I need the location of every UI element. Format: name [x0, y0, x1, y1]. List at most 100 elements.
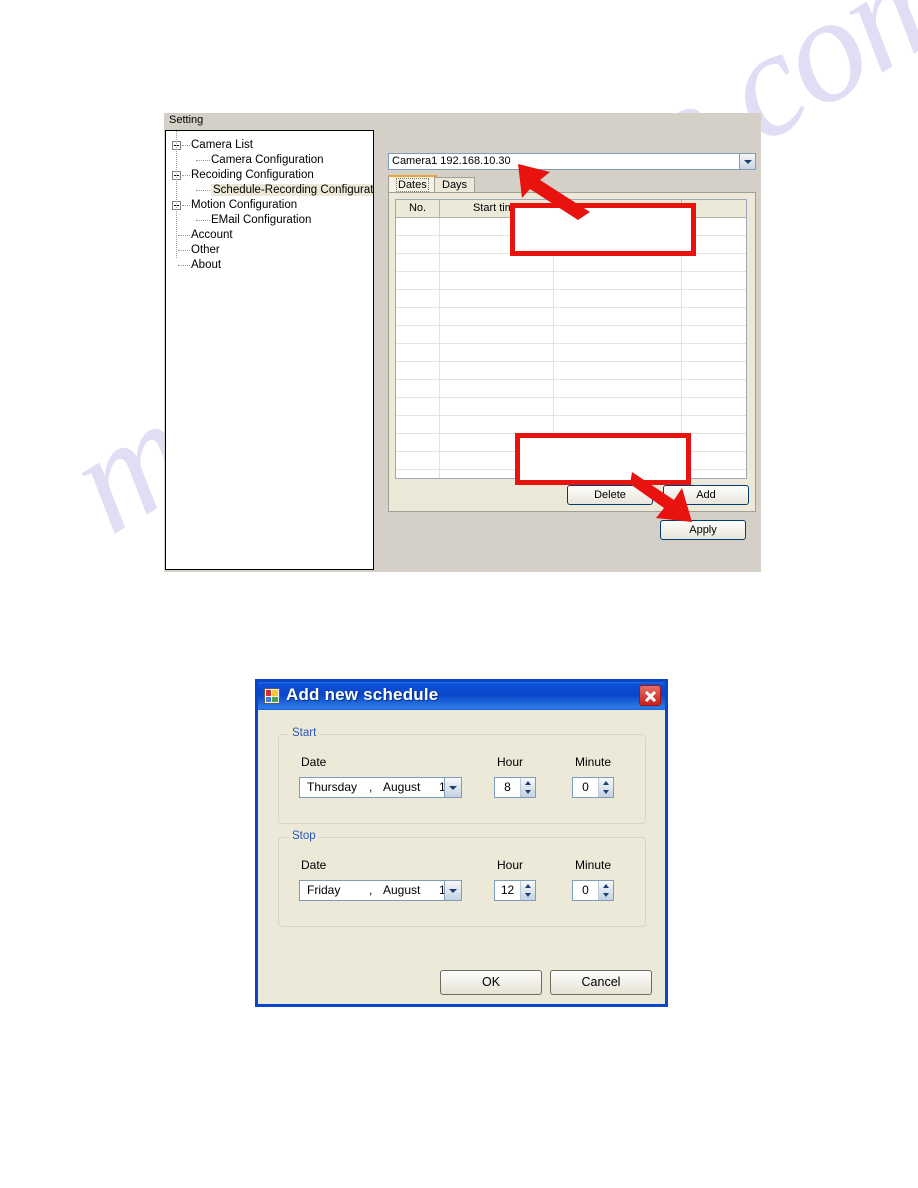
table-cell	[396, 326, 440, 343]
close-icon[interactable]	[639, 685, 661, 706]
stop-group-legend: Stop	[289, 830, 319, 842]
sidebar-item-camera-configuration[interactable]: Camera Configuration	[166, 153, 373, 168]
start-hour-spinner-icon[interactable]	[520, 778, 535, 797]
start-date-value: Thursday,August16	[307, 780, 452, 794]
table-row[interactable]	[396, 362, 746, 380]
table-cell	[682, 380, 746, 397]
table-row[interactable]	[396, 254, 746, 272]
stop-date-picker[interactable]: Friday,August17	[299, 880, 462, 901]
stop-minute-value: 0	[582, 883, 589, 897]
table-cell	[554, 398, 682, 415]
start-date-picker[interactable]: Thursday,August16	[299, 777, 462, 798]
tree-item-label: Camera Configuration	[211, 154, 324, 166]
tab-dates-label: Dates	[396, 178, 429, 192]
sidebar-item-account[interactable]: Account	[166, 228, 373, 243]
table-cell	[554, 254, 682, 271]
tree-connector-line	[178, 265, 190, 267]
table-cell	[396, 236, 440, 253]
settings-right-pane: Camera1 192.168.10.30 Dates Days No. Sta…	[386, 130, 760, 570]
table-row[interactable]	[396, 272, 746, 290]
start-hour-value: 8	[504, 780, 511, 794]
chevron-down-icon[interactable]	[739, 154, 755, 169]
tree-item-label: EMail Configuration	[211, 214, 312, 226]
start-hour-stepper[interactable]: 8	[494, 777, 536, 798]
stop-date-label: Date	[301, 858, 327, 872]
table-cell	[440, 362, 554, 379]
table-row[interactable]	[396, 308, 746, 326]
table-row[interactable]	[396, 344, 746, 362]
tree-connector-line	[178, 250, 190, 252]
stop-hour-spinner-icon[interactable]	[520, 881, 535, 900]
table-cell	[682, 326, 746, 343]
stop-hour-stepper[interactable]: 12	[494, 880, 536, 901]
table-cell	[682, 362, 746, 379]
tree-item-label: Account	[191, 229, 233, 241]
table-cell	[682, 452, 746, 469]
stop-minute-stepper[interactable]: 0	[572, 880, 614, 901]
table-row[interactable]	[396, 398, 746, 416]
table-cell	[554, 380, 682, 397]
start-minute-stepper[interactable]: 0	[572, 777, 614, 798]
table-cell	[396, 308, 440, 325]
sidebar-item-email-configuration[interactable]: EMail Configuration	[166, 213, 373, 228]
sidebar-item-other[interactable]: Other	[166, 243, 373, 258]
table-cell	[396, 344, 440, 361]
tree-connector-line	[182, 145, 190, 147]
tree-item-label: Camera List	[191, 139, 253, 151]
table-cell	[682, 272, 746, 289]
table-row[interactable]	[396, 380, 746, 398]
table-cell	[396, 434, 440, 451]
column-header-no[interactable]: No.	[396, 200, 440, 217]
table-row[interactable]	[396, 326, 746, 344]
dialog-title-bar[interactable]: Add new schedule	[258, 682, 665, 710]
annotation-box-bottom	[515, 433, 691, 485]
start-minute-label: Minute	[575, 755, 612, 769]
tab-dates[interactable]: Dates	[388, 175, 437, 193]
table-cell	[396, 218, 440, 235]
apply-button[interactable]: Apply	[660, 520, 746, 540]
table-cell	[682, 344, 746, 361]
tree-connector-line	[196, 190, 210, 192]
settings-tree: Camera List Camera Configuration Recoiding…	[166, 131, 373, 273]
stop-minute-spinner-icon[interactable]	[598, 881, 613, 900]
stop-hour-label: Hour	[497, 858, 524, 872]
table-cell	[440, 254, 554, 271]
dialog-title: Add new schedule	[286, 685, 439, 704]
start-group: Start Date Hour Minute Thursday,August16…	[278, 727, 646, 824]
add-new-schedule-dialog: Add new schedule Start Date Hour Minute …	[255, 679, 668, 1007]
sidebar-item-schedule-recording-configuration[interactable]: Schedule-Recording Configuration	[166, 183, 373, 198]
camera-select-value: Camera1 192.168.10.30	[392, 155, 511, 167]
table-cell	[682, 470, 746, 478]
tree-connector-line	[182, 205, 190, 207]
sidebar-item-about[interactable]: About	[166, 258, 373, 273]
table-cell	[682, 434, 746, 451]
stop-date-chevron-down-icon[interactable]	[444, 881, 461, 900]
table-cell	[440, 416, 554, 433]
tab-days[interactable]: Days	[434, 177, 476, 193]
table-row[interactable]	[396, 290, 746, 308]
camera-select[interactable]: Camera1 192.168.10.30	[388, 153, 756, 170]
sidebar-item-motion-configuration[interactable]: Motion Configuration	[166, 198, 373, 213]
stop-group: Stop Date Hour Minute Friday,August17 12…	[278, 830, 646, 927]
table-cell	[396, 398, 440, 415]
delete-button[interactable]: Delete	[567, 485, 653, 505]
table-cell	[554, 362, 682, 379]
table-cell	[440, 308, 554, 325]
annotation-box-top	[510, 203, 696, 256]
table-row[interactable]	[396, 416, 746, 434]
setting-window-caption: Setting	[169, 114, 204, 126]
start-date-chevron-down-icon[interactable]	[444, 778, 461, 797]
stop-hour-value: 12	[500, 883, 515, 897]
add-button[interactable]: Add	[663, 485, 749, 505]
ok-button[interactable]: OK	[440, 970, 542, 995]
sidebar-item-camera-list[interactable]: Camera List	[166, 138, 373, 153]
tree-item-label: Recoiding Configuration	[191, 169, 314, 181]
table-cell	[440, 326, 554, 343]
table-cell	[396, 290, 440, 307]
table-cell	[682, 416, 746, 433]
sidebar-item-recoiding-configuration[interactable]: Recoiding Configuration	[166, 168, 373, 183]
cancel-button[interactable]: Cancel	[550, 970, 652, 995]
tree-item-label: Other	[191, 244, 220, 256]
start-minute-spinner-icon[interactable]	[598, 778, 613, 797]
table-cell	[396, 254, 440, 271]
